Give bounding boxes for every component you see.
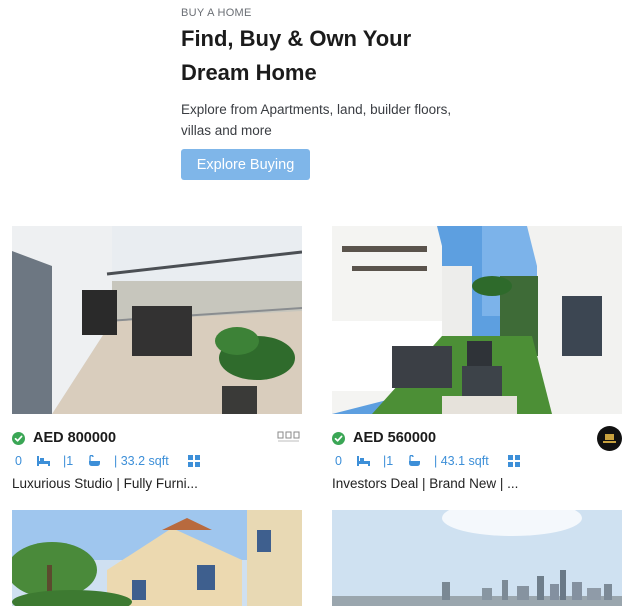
hero-subtitle-line-1: Explore from Apartments, land, builder f…	[181, 102, 452, 117]
section-eyebrow: BUY A HOME	[181, 7, 252, 19]
agency-logo[interactable]	[597, 426, 622, 456]
price-row: AED 800000	[12, 429, 302, 449]
hero-subtitle: Explore from Apartments, land, builder f…	[181, 99, 481, 141]
floorplan-icon	[508, 455, 520, 467]
listing-title[interactable]: Investors Deal | Brand New | ...	[332, 476, 518, 491]
hero-headline: Find, Buy & Own Your Dream Home	[181, 22, 481, 90]
listing-card[interactable]	[12, 510, 302, 606]
listing-photo[interactable]	[332, 510, 622, 606]
agency-logo[interactable]	[277, 430, 301, 449]
listing-photo[interactable]	[12, 510, 302, 606]
verified-badge-icon	[332, 432, 345, 445]
bathtub-icon	[409, 455, 420, 466]
listing-card[interactable]: AED 800000 0 |1 | 33.2 sqft Luxurious St…	[12, 226, 302, 496]
listing-photo[interactable]	[12, 226, 302, 414]
listing-price: AED 800000	[33, 430, 117, 446]
hero-subtitle-line-2: villas and more	[181, 123, 272, 138]
listing-specs: 0 |1 | 43.1 sqft	[332, 454, 622, 470]
listing-specs: 0 |1 | 33.2 sqft	[12, 454, 302, 470]
bedroom-count: 0	[335, 454, 342, 468]
bathroom-count: |1	[383, 454, 394, 468]
area-size: | 43.1 sqft	[434, 454, 489, 468]
explore-buying-button[interactable]: Explore Buying	[181, 149, 310, 180]
listing-card[interactable]	[332, 510, 622, 606]
bed-icon	[357, 456, 370, 466]
bedroom-count: 0	[15, 454, 22, 468]
hero-headline-line-2: Dream Home	[181, 60, 317, 85]
hero-headline-line-1: Find, Buy & Own Your	[181, 26, 412, 51]
listing-photo[interactable]	[332, 226, 622, 414]
listing-title[interactable]: Luxurious Studio | Fully Furni...	[12, 476, 198, 491]
verified-badge-icon	[12, 432, 25, 445]
area-size: | 33.2 sqft	[114, 454, 169, 468]
bathroom-count: |1	[63, 454, 74, 468]
floorplan-icon	[188, 455, 200, 467]
listing-card[interactable]: AED 560000 0 |1 | 43.1 sqft Investors De…	[332, 226, 622, 496]
price-row: AED 560000	[332, 426, 622, 451]
bathtub-icon	[89, 455, 100, 466]
bed-icon	[37, 456, 50, 466]
listing-price: AED 560000	[353, 430, 437, 446]
